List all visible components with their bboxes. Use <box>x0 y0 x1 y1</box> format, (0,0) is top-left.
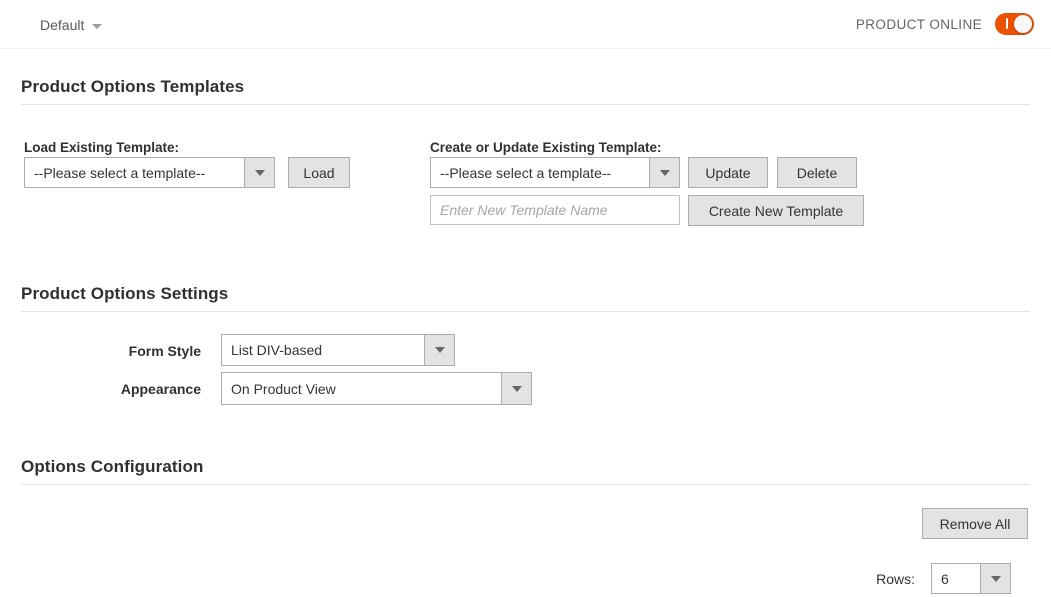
create-update-template-select[interactable]: --Please select a template-- <box>430 157 680 188</box>
load-existing-template-value: --Please select a template-- <box>34 164 206 181</box>
update-template-button[interactable]: Update <box>688 157 768 188</box>
settings-section-divider <box>21 311 1030 312</box>
form-style-select[interactable]: List DIV-based <box>221 334 455 366</box>
options-configuration-divider <box>21 484 1030 485</box>
store-view-switcher[interactable]: Default <box>40 16 103 34</box>
load-template-button[interactable]: Load <box>288 157 350 188</box>
toggle-knob <box>1014 15 1032 33</box>
create-or-update-template-label: Create or Update Existing Template: <box>430 140 662 155</box>
options-configuration-title: Options Configuration <box>21 457 204 476</box>
appearance-select[interactable]: On Product View <box>221 372 532 405</box>
rows-value: 6 <box>941 570 949 587</box>
create-update-template-value: --Please select a template-- <box>440 164 612 181</box>
chevron-down-icon <box>424 335 454 365</box>
templates-section-divider <box>21 104 1030 105</box>
store-view-label: Default <box>40 17 85 33</box>
chevron-down-icon <box>501 373 531 404</box>
product-options-templates-title: Product Options Templates <box>21 77 245 96</box>
product-online-label: PRODUCT ONLINE <box>855 16 982 32</box>
chevron-down-icon <box>92 23 103 29</box>
load-existing-template-label: Load Existing Template: <box>24 140 180 155</box>
new-template-name-input[interactable] <box>430 195 680 225</box>
chevron-down-icon <box>980 564 1010 593</box>
form-style-value: List DIV-based <box>231 342 323 358</box>
toggle-on-icon <box>1006 18 1008 29</box>
remove-all-button[interactable]: Remove All <box>922 508 1028 539</box>
product-options-settings-title: Product Options Settings <box>21 284 229 303</box>
rows-label: Rows: <box>876 571 915 587</box>
delete-template-button[interactable]: Delete <box>777 157 857 188</box>
appearance-label: Appearance <box>120 381 201 397</box>
chevron-down-icon <box>649 158 679 187</box>
product-online-control: PRODUCT ONLINE <box>856 13 1034 35</box>
form-style-label: Form Style <box>128 343 201 359</box>
create-new-template-button[interactable]: Create New Template <box>688 195 864 226</box>
top-bar: Default PRODUCT ONLINE <box>0 0 1051 49</box>
chevron-down-icon <box>244 158 274 187</box>
appearance-value: On Product View <box>231 380 336 397</box>
product-online-toggle[interactable] <box>995 13 1034 35</box>
load-existing-template-select[interactable]: --Please select a template-- <box>24 157 275 188</box>
rows-select[interactable]: 6 <box>931 563 1011 594</box>
